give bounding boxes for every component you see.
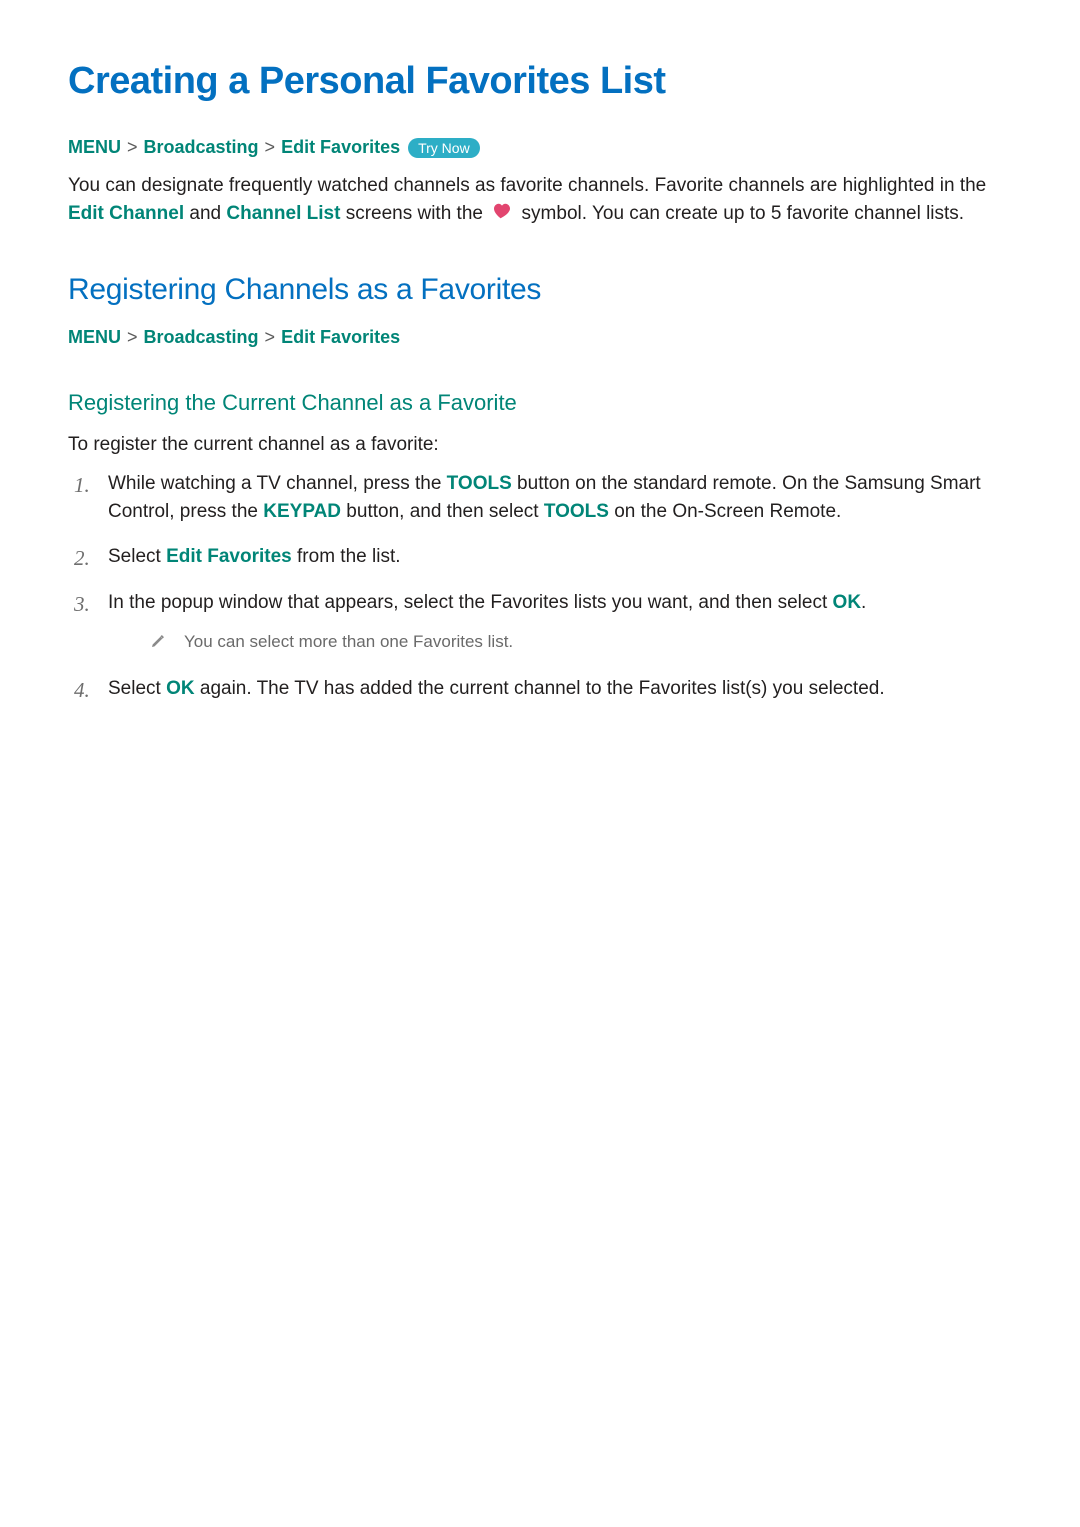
intro-text: You can designate frequently watched cha…: [68, 175, 986, 196]
subsection-intro: To register the current channel as a fav…: [68, 434, 1012, 456]
heart-icon: [493, 200, 511, 228]
breadcrumb-broadcasting: Broadcasting: [144, 137, 259, 158]
steps-list: While watching a TV channel, press the T…: [68, 470, 1012, 702]
intro-and: and: [189, 203, 226, 224]
breadcrumb-broadcasting: Broadcasting: [144, 327, 259, 348]
breadcrumb-edit-favorites: Edit Favorites: [281, 327, 400, 348]
section-title-registering: Registering Channels as a Favorites: [68, 273, 1012, 307]
ok-label: OK: [833, 592, 862, 613]
keypad-label: KEYPAD: [263, 501, 341, 522]
page-title: Creating a Personal Favorites List: [68, 60, 1012, 103]
step-2: Select Edit Favorites from the list.: [68, 543, 1012, 571]
step-text: again. The TV has added the current chan…: [195, 678, 885, 699]
breadcrumb-separator: >: [127, 327, 138, 348]
step-text: While watching a TV channel, press the: [108, 473, 447, 494]
try-now-badge[interactable]: Try Now: [408, 138, 480, 158]
edit-channel-label: Edit Channel: [68, 203, 184, 224]
pencil-icon: [150, 632, 166, 657]
breadcrumb-2: MENU > Broadcasting > Edit Favorites: [68, 327, 1012, 348]
edit-favorites-label: Edit Favorites: [166, 546, 292, 567]
tools-label: TOOLS: [544, 501, 609, 522]
breadcrumb-menu: MENU: [68, 327, 121, 348]
tools-label: TOOLS: [447, 473, 512, 494]
intro-post: symbol. You can create up to 5 favorite …: [522, 203, 965, 224]
intro-paragraph: You can designate frequently watched cha…: [68, 172, 1012, 227]
note-text: You can select more than one Favorites l…: [184, 630, 513, 655]
breadcrumb-separator: >: [265, 137, 276, 158]
channel-list-label: Channel List: [226, 203, 340, 224]
breadcrumb-menu: MENU: [68, 137, 121, 158]
breadcrumb-separator: >: [127, 137, 138, 158]
step-3: In the popup window that appears, select…: [68, 589, 1012, 657]
breadcrumb-separator: >: [265, 327, 276, 348]
step-text: on the On-Screen Remote.: [609, 501, 841, 522]
ok-label: OK: [166, 678, 195, 699]
subsection-title: Registering the Current Channel as a Fav…: [68, 390, 1012, 416]
step-1: While watching a TV channel, press the T…: [68, 470, 1012, 525]
breadcrumb-edit-favorites: Edit Favorites: [281, 137, 400, 158]
step-text: button, and then select: [341, 501, 544, 522]
breadcrumb-1: MENU > Broadcasting > Edit Favorites Try…: [68, 137, 1012, 158]
step-4: Select OK again. The TV has added the cu…: [68, 675, 1012, 703]
step-text: In the popup window that appears, select…: [108, 592, 833, 613]
step-text: .: [861, 592, 866, 613]
step-text: Select: [108, 546, 166, 567]
step-text: Select: [108, 678, 166, 699]
note: You can select more than one Favorites l…: [150, 630, 1012, 657]
step-text: from the list.: [292, 546, 401, 567]
intro-mid: screens with the: [346, 203, 489, 224]
